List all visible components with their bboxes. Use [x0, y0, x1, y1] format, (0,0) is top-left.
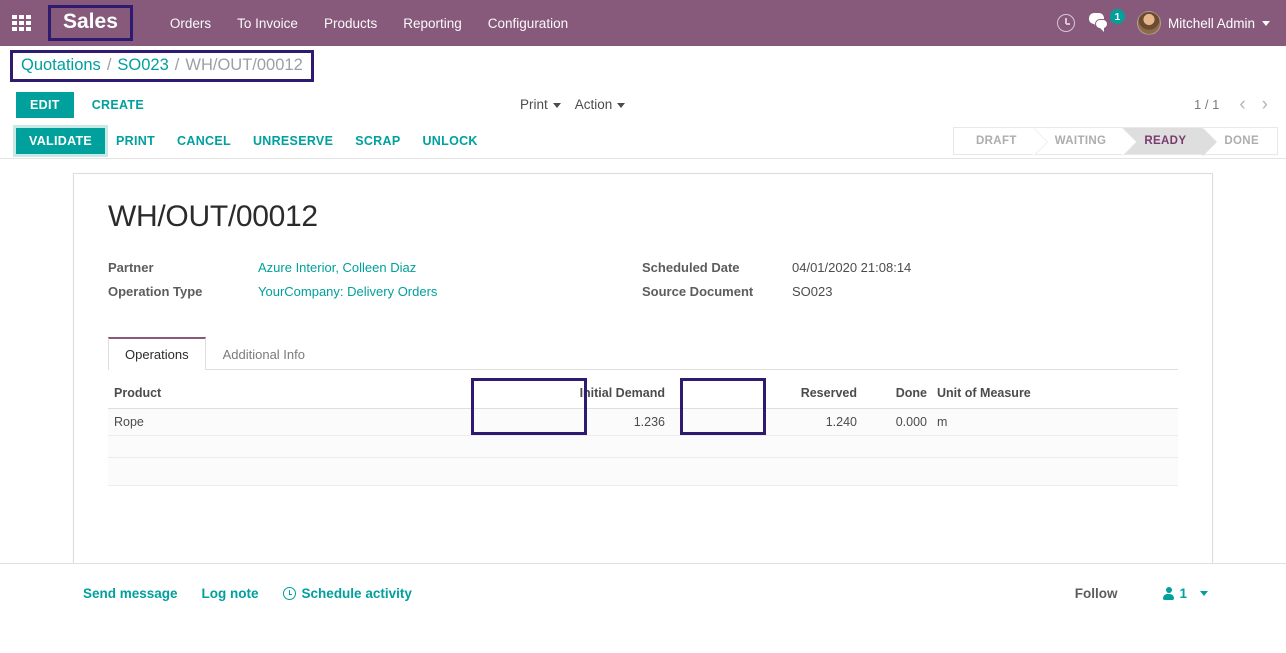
- person-icon: [1163, 587, 1175, 600]
- page-title: WH/OUT/00012: [108, 200, 318, 233]
- navbar-right: 1 Mitchell Admin: [1049, 0, 1276, 46]
- cancel-button[interactable]: CANCEL: [166, 128, 242, 154]
- avatar: [1136, 11, 1161, 35]
- clock-icon: [1056, 14, 1075, 32]
- user-menu[interactable]: Mitchell Admin: [1129, 11, 1276, 35]
- chevron-left-icon[interactable]: ‹: [1233, 95, 1251, 114]
- notebook-tabs: Operations Additional Info: [108, 336, 1178, 370]
- sheet-background: WH/OUT/00012 Partner Azure Interior, Col…: [0, 159, 1286, 577]
- breadcrumb: Quotations / SO023 / WH/OUT/00012: [10, 50, 314, 82]
- schedule-activity-button[interactable]: Schedule activity: [282, 586, 412, 601]
- followers-count: 1: [1179, 586, 1187, 601]
- cell-unit-of-measure[interactable]: m: [933, 408, 1178, 436]
- status-bar: DRAFT WAITING READY DONE: [952, 127, 1278, 156]
- log-note-button[interactable]: Log note: [202, 586, 259, 601]
- app-brand-sales[interactable]: Sales: [48, 4, 133, 42]
- menu-item-to-invoice[interactable]: To Invoice: [224, 10, 311, 37]
- pager: 1 / 1 ‹ ›: [1194, 86, 1274, 123]
- scrap-button[interactable]: SCRAP: [344, 128, 411, 154]
- breadcrumb-item-so023[interactable]: SO023: [117, 56, 168, 75]
- menu-item-configuration[interactable]: Configuration: [475, 10, 581, 37]
- action-status-bar: VALIDATE PRINT CANCEL UNRESERVE SCRAP UN…: [0, 123, 1286, 159]
- table-row[interactable]: Rope 1.236 1.240 0.000 m: [108, 408, 1178, 436]
- schedule-activity-label: Schedule activity: [301, 586, 412, 601]
- tab-additional-info[interactable]: Additional Info: [206, 337, 322, 370]
- operations-table: Product Initial Demand Reserved Done Uni…: [108, 382, 1178, 486]
- unreserve-button[interactable]: UNRESERVE: [242, 128, 344, 154]
- field-operation-type: Operation Type YourCompany: Delivery Ord…: [108, 284, 642, 308]
- field-source-document: Source Document SO023: [642, 284, 911, 308]
- column-header-product: Product: [108, 382, 463, 409]
- table-header-row: Product Initial Demand Reserved Done Uni…: [108, 382, 1178, 409]
- form-fields: Partner Azure Interior, Colleen Diaz Ope…: [108, 260, 1178, 308]
- chatter-actions: Send message Log note Schedule activity: [83, 586, 412, 601]
- print-label: Print: [520, 97, 548, 112]
- breadcrumb-row: Quotations / SO023 / WH/OUT/00012: [0, 46, 1286, 86]
- form-fields-left: Partner Azure Interior, Colleen Diaz Ope…: [108, 260, 642, 308]
- apps-grid-icon[interactable]: [12, 15, 34, 31]
- chevron-down-icon: [1262, 20, 1270, 26]
- breadcrumb-separator-1: /: [106, 56, 112, 74]
- column-header-reserved: Reserved: [671, 382, 863, 409]
- breadcrumb-separator-2: /: [174, 56, 180, 74]
- edit-button[interactable]: EDIT: [16, 91, 74, 118]
- column-header-done: Done: [863, 382, 933, 409]
- pager-counter: 1 / 1: [1194, 97, 1220, 112]
- chevron-down-icon: [617, 103, 626, 108]
- column-header-unit-of-measure: Unit of Measure: [933, 382, 1178, 409]
- field-scheduled-date: Scheduled Date 04/01/2020 21:08:14: [642, 260, 911, 284]
- status-draft[interactable]: DRAFT: [952, 127, 1048, 156]
- action-label: Action: [574, 97, 613, 112]
- field-label-operation-type: Operation Type: [108, 284, 203, 299]
- control-panel-dropdowns: Print Action: [520, 86, 626, 123]
- activities-button[interactable]: [1049, 0, 1083, 46]
- main-menu: Orders To Invoice Products Reporting Con…: [157, 10, 581, 37]
- follow-button[interactable]: Follow: [1075, 586, 1118, 601]
- cell-done[interactable]: 0.000: [863, 408, 933, 436]
- print-button[interactable]: PRINT: [105, 128, 166, 154]
- menu-item-orders[interactable]: Orders: [157, 10, 224, 37]
- field-label-partner: Partner: [108, 260, 154, 275]
- messages-badge-count: 1: [1108, 8, 1126, 25]
- create-button[interactable]: CREATE: [80, 92, 156, 118]
- field-label-source-document: Source Document: [642, 284, 754, 299]
- column-header-initial-demand: Initial Demand: [463, 382, 671, 409]
- followers-dropdown[interactable]: 1: [1163, 586, 1208, 601]
- field-value-operation-type[interactable]: YourCompany: Delivery Orders: [258, 284, 437, 299]
- operations-table-wrapper: Product Initial Demand Reserved Done Uni…: [108, 378, 1178, 486]
- table-spacer-row: [108, 435, 1178, 458]
- chevron-right-icon[interactable]: ›: [1256, 95, 1274, 114]
- cell-product[interactable]: Rope: [108, 408, 463, 436]
- chevron-down-icon: [552, 103, 561, 108]
- cell-reserved[interactable]: 1.240: [671, 408, 863, 436]
- tab-operations[interactable]: Operations: [108, 337, 206, 370]
- menu-item-products[interactable]: Products: [311, 10, 390, 37]
- clock-icon: [282, 587, 296, 600]
- cell-initial-demand[interactable]: 1.236: [463, 408, 671, 436]
- messages-icon-second-bubble: [1094, 19, 1108, 32]
- field-value-partner[interactable]: Azure Interior, Colleen Diaz: [258, 260, 416, 275]
- table-empty-row[interactable]: [108, 457, 1178, 486]
- messages-button[interactable]: 1: [1083, 0, 1129, 46]
- form-fields-right: Scheduled Date 04/01/2020 21:08:14 Sourc…: [642, 260, 911, 308]
- top-navbar: Sales Orders To Invoice Products Reporti…: [0, 0, 1286, 46]
- print-dropdown[interactable]: Print: [520, 97, 561, 112]
- breadcrumb-item-quotations[interactable]: Quotations: [21, 56, 101, 75]
- caret-down-icon: [1200, 591, 1208, 596]
- field-label-scheduled-date: Scheduled Date: [642, 260, 740, 275]
- form-sheet: WH/OUT/00012 Partner Azure Interior, Col…: [73, 173, 1213, 577]
- user-name: Mitchell Admin: [1167, 15, 1255, 31]
- chatter-bar: Send message Log note Schedule activity …: [0, 563, 1286, 639]
- control-panel: EDIT CREATE Print Action 1 / 1 ‹ ›: [0, 86, 1286, 123]
- validate-button[interactable]: VALIDATE: [16, 127, 106, 154]
- field-value-source-document: SO023: [792, 284, 833, 299]
- field-value-scheduled-date: 04/01/2020 21:08:14: [792, 260, 912, 275]
- chatter-follow-area: Follow 1: [1075, 586, 1208, 601]
- breadcrumb-item-current: WH/OUT/00012: [185, 56, 303, 74]
- action-dropdown[interactable]: Action: [575, 97, 626, 112]
- unlock-button[interactable]: UNLOCK: [411, 128, 488, 154]
- field-partner: Partner Azure Interior, Colleen Diaz: [108, 260, 642, 284]
- send-message-button[interactable]: Send message: [83, 586, 178, 601]
- menu-item-reporting[interactable]: Reporting: [390, 10, 475, 37]
